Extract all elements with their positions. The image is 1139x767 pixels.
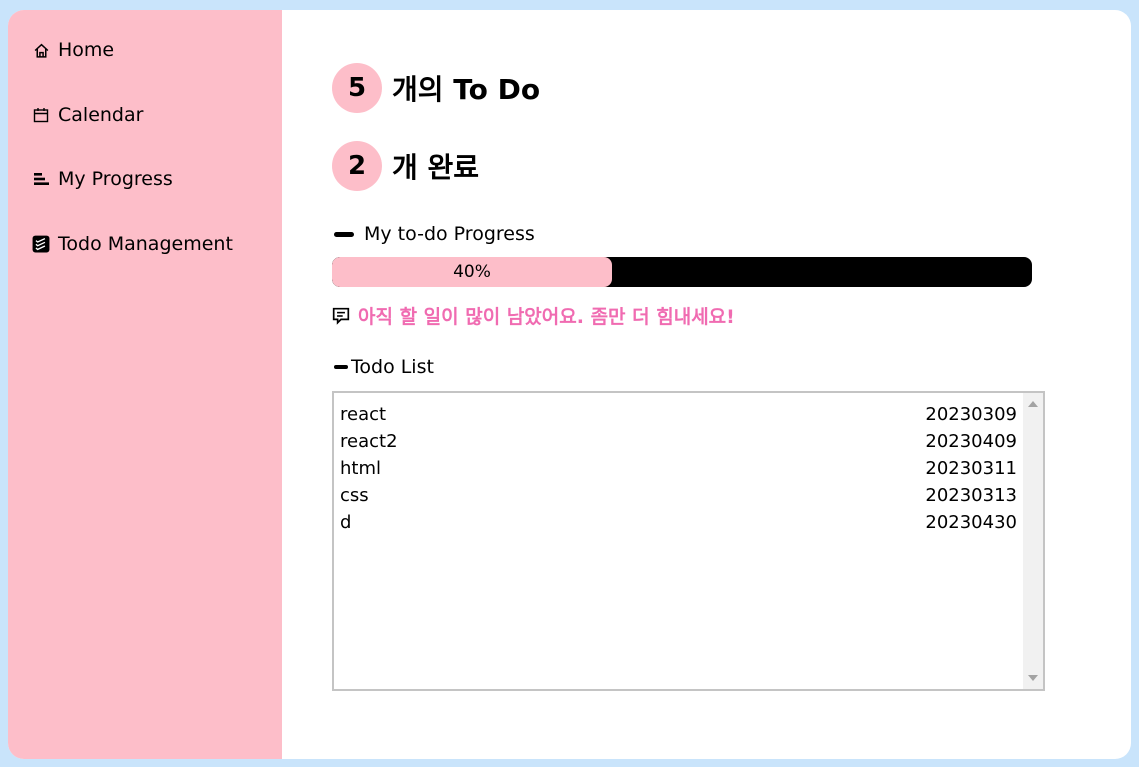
done-count-badge: 2: [332, 141, 382, 191]
done-count-row: 2 개 완료: [332, 141, 479, 191]
sidebar-item-my-progress[interactable]: My Progress: [32, 168, 173, 190]
pill-icon: [334, 365, 348, 369]
todo-date: 20230409: [925, 431, 1017, 452]
list-item[interactable]: react2 20230409: [340, 430, 1017, 457]
encouragement-message: 아직 할 일이 많이 남았어요. 좀만 더 힘내세요!: [332, 302, 735, 329]
progress-bar: 40%: [332, 257, 1032, 287]
progress-percent: 40%: [453, 262, 491, 282]
sidebar-item-label: My Progress: [58, 168, 173, 190]
todo-date: 20230309: [925, 404, 1017, 425]
sidebar-item-home[interactable]: Home: [32, 39, 114, 61]
todo-list: react 20230309 react2 20230409 html 20230311 c…: [340, 403, 1017, 538]
pill-icon: [334, 231, 354, 237]
todo-count-badge: 5: [332, 63, 382, 113]
list-item[interactable]: html 20230311: [340, 457, 1017, 484]
todo-app-icon: [32, 235, 50, 253]
scroll-up-icon[interactable]: [1028, 401, 1038, 407]
progress-bars-icon: [32, 170, 50, 188]
progress-section-label: My to-do Progress: [334, 223, 535, 245]
sidebar: Home Calendar My Progress Todo Managemen…: [8, 10, 282, 759]
scroll-down-icon[interactable]: [1028, 675, 1038, 681]
sidebar-item-label: Todo Management: [58, 233, 233, 255]
app-window: Home Calendar My Progress Todo Managemen…: [8, 10, 1131, 759]
sidebar-item-label: Calendar: [58, 104, 144, 126]
todo-list-label: Todo List: [351, 356, 434, 378]
done-count-label: 개 완료: [392, 151, 480, 184]
todo-name: react: [340, 404, 387, 425]
sidebar-item-todo-management[interactable]: Todo Management: [32, 233, 233, 255]
sidebar-item-label: Home: [58, 39, 115, 61]
todo-date: 20230430: [925, 512, 1017, 533]
comment-icon: [332, 307, 350, 325]
message-text: 아직 할 일이 많이 남았어요. 좀만 더 힘내세요!: [358, 306, 735, 328]
progress-bar-fill: 40%: [332, 257, 612, 287]
list-item[interactable]: css 20230313: [340, 484, 1017, 511]
todo-date: 20230311: [925, 458, 1017, 479]
list-item[interactable]: d 20230430: [340, 511, 1017, 538]
todo-date: 20230313: [925, 485, 1017, 506]
progress-label: My to-do Progress: [364, 223, 535, 245]
calendar-icon: [32, 106, 50, 124]
home-icon: [32, 41, 50, 59]
todo-list-box[interactable]: react 20230309 react2 20230409 html 20230311 c…: [332, 391, 1045, 691]
todo-name: react2: [340, 431, 398, 452]
todo-count-label: 개의 To Do: [392, 73, 541, 106]
todo-name: d: [340, 512, 352, 533]
todo-count-row: 5 개의 To Do: [332, 63, 540, 113]
todo-name: html: [340, 458, 382, 479]
todo-list-section-label: Todo List: [334, 356, 434, 378]
todo-name: css: [340, 485, 369, 506]
list-item[interactable]: react 20230309: [340, 403, 1017, 430]
main-content: 5 개의 To Do 2 개 완료 My to-do Progress 40% …: [282, 10, 1131, 759]
sidebar-item-calendar[interactable]: Calendar: [32, 104, 143, 126]
scrollbar[interactable]: [1023, 393, 1043, 689]
